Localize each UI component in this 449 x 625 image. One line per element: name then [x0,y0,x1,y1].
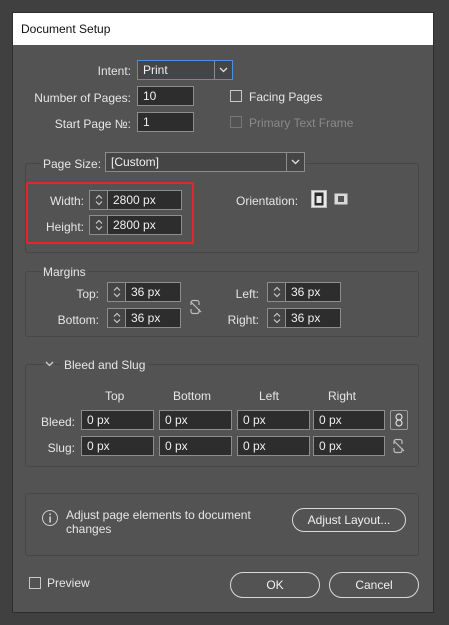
adjust-layout-button[interactable]: Adjust Layout... [292,508,406,532]
chevron-down-icon [214,61,232,79]
chain-broken-icon[interactable] [390,436,408,456]
primary-text-frame-label: Primary Text Frame [249,116,354,130]
preview-label: Preview [47,576,90,590]
title-bar[interactable]: Document Setup [13,13,433,45]
width-label: Width: [49,194,84,208]
margin-bottom-label: Bottom: [57,313,99,327]
height-stepper[interactable] [89,215,107,235]
number-of-pages-input[interactable]: 10 [137,86,194,106]
bleed-top-input[interactable]: 0 px [81,410,154,430]
slug-bottom-input[interactable]: 0 px [159,436,232,456]
cancel-button[interactable]: Cancel [329,572,419,598]
page-size-value: [Custom] [111,155,160,169]
column-bottom-label: Bottom [173,389,212,403]
margin-top-stepper[interactable] [107,282,125,302]
preview-checkbox[interactable] [29,577,41,589]
intent-label: Intent: [97,64,131,78]
width-stepper[interactable] [89,190,107,210]
margin-right-stepper[interactable] [267,308,285,328]
margin-right-input[interactable]: 36 px [285,308,341,328]
bleed-bottom-input[interactable]: 0 px [159,410,232,430]
height-input[interactable]: 2800 px [107,215,182,235]
bleed-left-input[interactable]: 0 px [237,410,310,430]
margin-bottom-stepper[interactable] [107,308,125,328]
width-input[interactable]: 2800 px [107,190,182,210]
start-page-input[interactable]: 1 [137,112,194,132]
document-setup-dialog: Document Setup Intent: Print Number of P… [12,12,434,613]
margin-left-input[interactable]: 36 px [285,282,341,302]
info-icon [42,510,58,526]
margins-group [25,271,419,337]
margin-bottom-input[interactable]: 36 px [125,308,181,328]
facing-pages-checkbox[interactable] [230,90,242,102]
bleed-label: Bleed: [40,415,75,429]
column-right-label: Right [328,389,357,403]
collapse-chevron-icon[interactable] [43,358,55,370]
adjust-info-line2: changes [66,522,112,536]
margin-top-label: Top: [76,287,99,301]
column-top-label: Top [105,389,125,403]
height-label: Height: [45,220,84,234]
slug-right-input[interactable]: 0 px [313,436,385,456]
facing-pages-label: Facing Pages [249,90,323,104]
bleed-right-input[interactable]: 0 px [313,410,385,430]
ok-button[interactable]: OK [230,572,320,598]
landscape-orientation-icon[interactable] [333,191,349,207]
margin-top-input[interactable]: 36 px [125,282,181,302]
start-page-label: Start Page №: [54,117,131,131]
chain-broken-icon[interactable] [187,297,205,317]
bleed-slug-title: Bleed and Slug [61,358,149,372]
margin-right-label: Right: [227,313,259,327]
page-size-label: Page Size: [41,157,104,171]
dialog-title: Document Setup [21,22,111,36]
adjust-info-line1: Adjust page elements to document [66,508,251,522]
margin-left-stepper[interactable] [267,282,285,302]
intent-dropdown[interactable]: Print [137,60,233,80]
chain-linked-icon[interactable] [390,410,408,430]
number-of-pages-label: Number of Pages: [34,91,131,105]
column-left-label: Left [259,389,280,403]
orientation-label: Orientation: [236,194,299,208]
primary-text-frame-checkbox [230,116,242,128]
chevron-down-icon [286,153,304,171]
portrait-orientation-icon[interactable] [311,190,327,208]
margins-title: Margins [41,265,88,279]
page-size-dropdown[interactable]: [Custom] [105,152,305,172]
intent-value: Print [143,63,168,77]
slug-left-input[interactable]: 0 px [237,436,310,456]
slug-label: Slug: [47,441,75,455]
slug-top-input[interactable]: 0 px [81,436,154,456]
margin-left-label: Left: [235,287,259,301]
